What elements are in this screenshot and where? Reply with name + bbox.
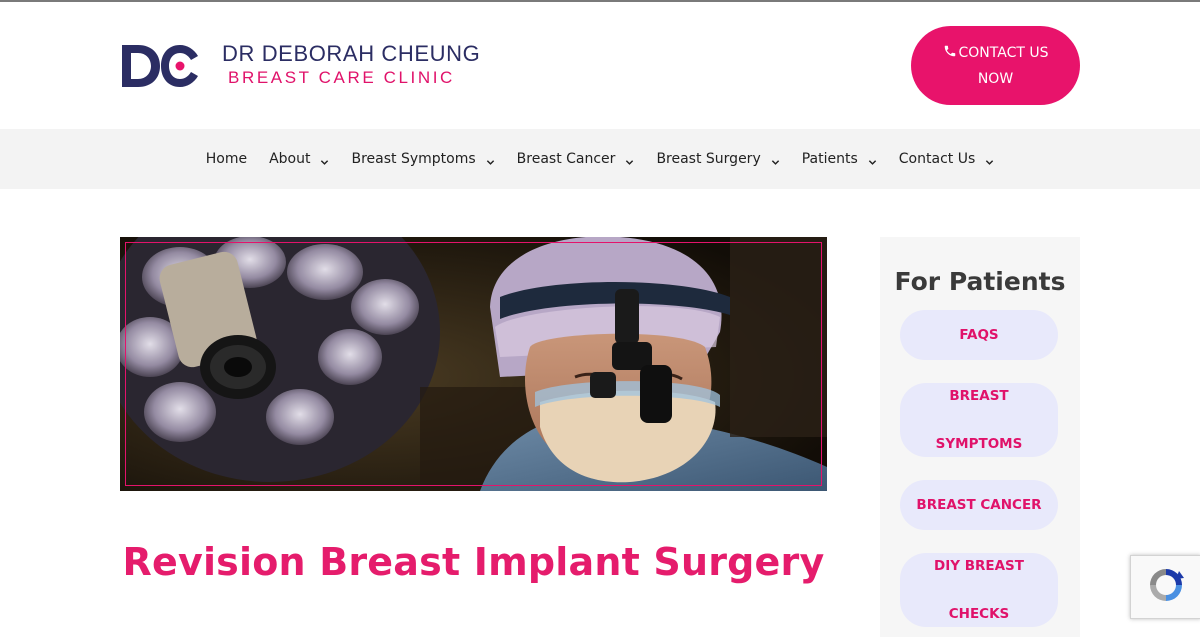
- chevron-down-icon: [625, 155, 634, 165]
- contact-button-label-line1: CONTACT US: [958, 44, 1049, 61]
- nav-item-label: Home: [205, 151, 248, 167]
- breast-cancer-button[interactable]: BREAST CANCER: [900, 480, 1058, 530]
- site-logo[interactable]: DR DEBORAH CHEUNG BREAST CARE CLINIC: [120, 42, 480, 90]
- hero-image: [120, 237, 827, 491]
- main-navigation: Home About Breast Symptoms Breast Cancer…: [0, 129, 1200, 189]
- nav-item-label: Breast Surgery: [656, 151, 761, 167]
- logo-name: DR DEBORAH CHEUNG: [222, 41, 481, 66]
- recaptcha-badge[interactable]: [1130, 555, 1200, 619]
- recaptcha-icon: [1146, 565, 1186, 610]
- chevron-down-icon: [320, 155, 329, 165]
- nav-item-label: Patients: [801, 151, 858, 167]
- nav-item-label: About: [269, 151, 311, 167]
- nav-item-label: Breast Cancer: [516, 151, 616, 167]
- chevron-down-icon: [868, 155, 877, 165]
- phone-icon: [943, 41, 957, 56]
- breast-symptoms-button[interactable]: BREAST SYMPTOMS: [900, 383, 1058, 457]
- chevron-down-icon: [486, 155, 495, 165]
- contact-us-now-button[interactable]: CONTACT US NOW: [911, 26, 1080, 105]
- nav-item-breast-surgery[interactable]: Breast Surgery: [656, 151, 779, 167]
- nav-item-contact-us[interactable]: Contact Us: [899, 151, 994, 167]
- dc-monogram-icon: [120, 42, 202, 90]
- sidebar-title: For Patients: [894, 267, 1066, 296]
- faqs-button-label: FAQS: [959, 327, 999, 343]
- breast-symptoms-label-line1: BREAST: [949, 388, 1009, 404]
- logo-tagline: BREAST CARE CLINIC: [228, 68, 455, 87]
- chevron-down-icon: [771, 155, 780, 165]
- nav-item-breast-symptoms[interactable]: Breast Symptoms: [351, 151, 494, 167]
- hero-frame: [125, 242, 822, 486]
- diy-breast-checks-button[interactable]: DIY BREAST CHECKS: [900, 553, 1058, 627]
- breast-cancer-button-label: BREAST CANCER: [916, 497, 1042, 513]
- breast-symptoms-label-line2: SYMPTOMS: [935, 436, 1023, 452]
- nav-item-patients[interactable]: Patients: [802, 151, 877, 167]
- for-patients-sidebar: For Patients FAQS BREAST SYMPTOMS BREAST…: [880, 237, 1080, 637]
- nav-item-breast-cancer[interactable]: Breast Cancer: [517, 151, 635, 167]
- site-header: DR DEBORAH CHEUNG BREAST CARE CLINIC CON…: [0, 2, 1200, 129]
- diy-breast-checks-label-line1: DIY BREAST: [934, 558, 1024, 574]
- page-title: Revision Breast Implant Surgery: [122, 540, 825, 584]
- nav-item-about[interactable]: About: [269, 151, 329, 167]
- faqs-button[interactable]: FAQS: [900, 310, 1058, 360]
- contact-button-label-line2: NOW: [977, 70, 1014, 87]
- diy-breast-checks-label-line2: CHECKS: [948, 606, 1010, 622]
- nav-item-home[interactable]: Home: [206, 151, 247, 167]
- nav-item-label: Contact Us: [898, 151, 976, 167]
- nav-item-label: Breast Symptoms: [351, 151, 476, 167]
- chevron-down-icon: [985, 155, 994, 165]
